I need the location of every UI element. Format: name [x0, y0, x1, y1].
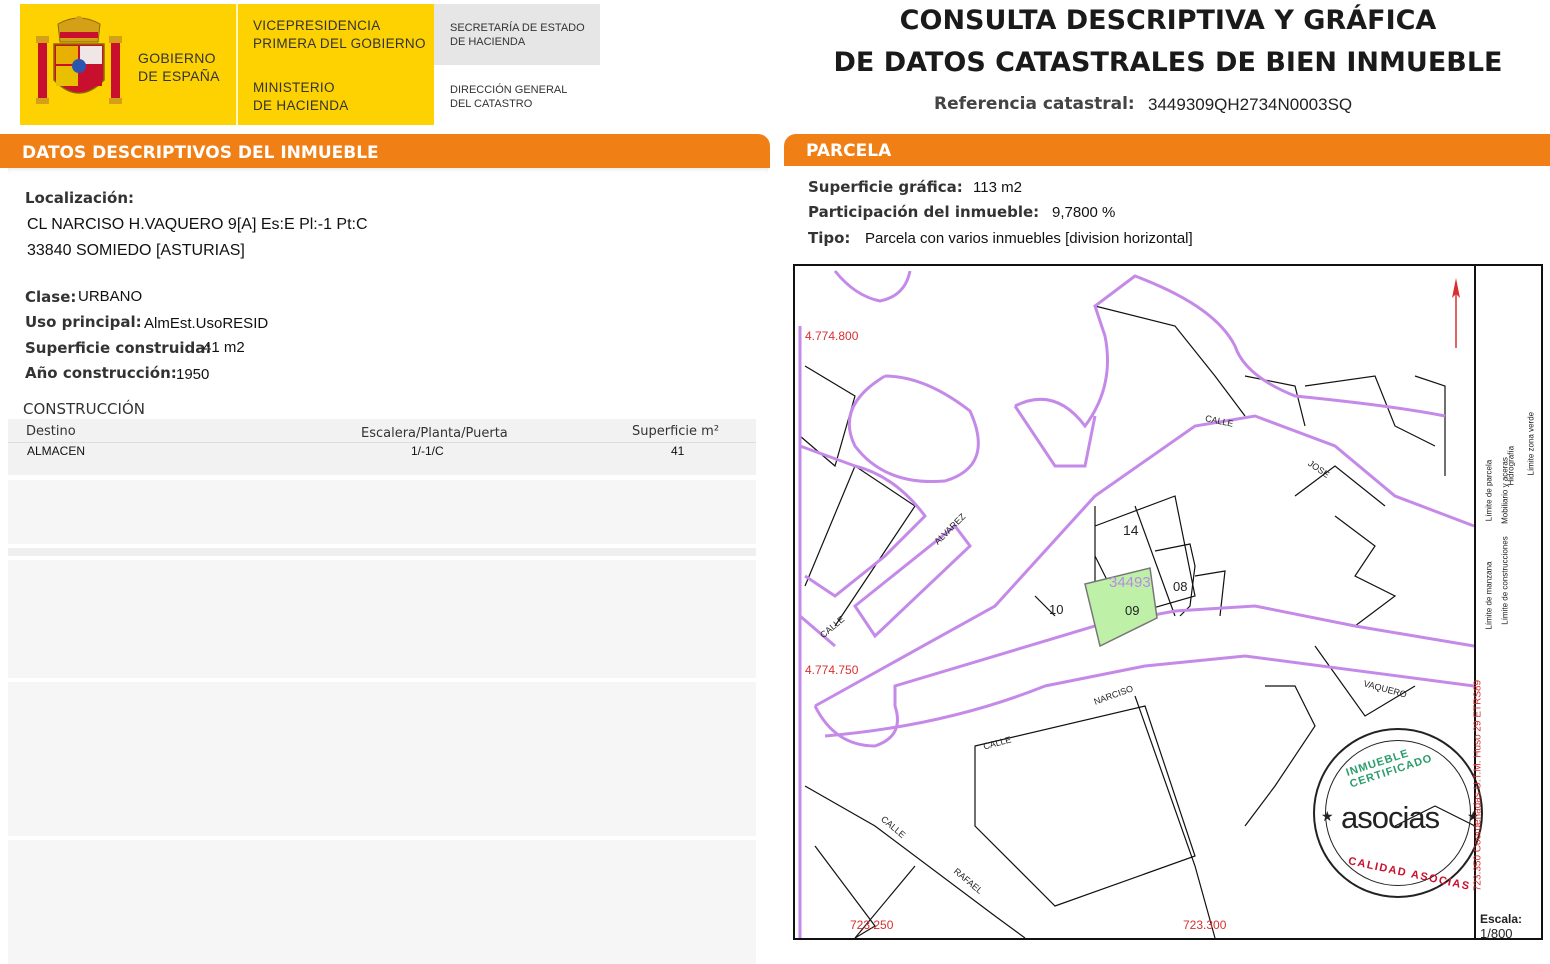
building-outline: [1294, 465, 1386, 507]
empty-row: [8, 548, 756, 556]
empty-row: [8, 480, 756, 544]
construccion-title: CONSTRUCCIÓN: [23, 400, 145, 418]
empty-row: [8, 682, 756, 836]
clase-label: Clase:: [25, 288, 77, 306]
header-separator: [236, 4, 238, 125]
building-outline: [1094, 305, 1246, 417]
scale-value: 1/800: [1480, 926, 1513, 940]
page-title-line1: CONSULTA DESCRIPTIVA Y GRÁFICA: [899, 5, 1437, 36]
building-outline: [1414, 375, 1446, 476]
clase-value: URBANO: [78, 288, 143, 305]
vicepresidencia-text: VICEPRESIDENCIA PRIMERA DEL GOBIERNO: [253, 18, 426, 51]
parcel-number-10: 10: [1049, 602, 1064, 617]
tipo-value: Parcela con varios inmuebles [division h…: [865, 230, 1193, 247]
table-row-superficie: 41: [671, 444, 685, 458]
building-outline: [1244, 685, 1316, 827]
stamp-brand: asocias: [1341, 800, 1440, 835]
parcel-number-14: 14: [1123, 522, 1139, 538]
descriptive-panel-header: DATOS DESCRIPTIVOS DEL INMUEBLE: [0, 134, 770, 168]
superficie-grafica-value: 113 m2: [973, 179, 1022, 196]
building-outline: [799, 365, 856, 468]
block-boundary: [833, 270, 912, 303]
parcel-ref-label: 34493: [1109, 574, 1151, 591]
coord-x1: 723.250: [850, 918, 894, 932]
block-boundary: [799, 444, 927, 598]
certification-stamp: INMUEBLE CERTIFICADO asocias ★ ★ CALIDAD…: [1313, 728, 1483, 898]
ref-catastral-label: Referencia catastral:: [934, 94, 1135, 114]
north-arrow-icon: [1452, 278, 1460, 348]
anio-construccion-value: 1950: [176, 366, 210, 383]
ref-catastral-value: 3449309QH2734N0003SQ: [1148, 95, 1353, 114]
block-boundary: [852, 523, 973, 639]
participacion-value: 9,7800 %: [1052, 204, 1116, 221]
coord-y2: 4.774.750: [805, 663, 859, 677]
table-divider: [8, 442, 756, 443]
block-boundary: [1014, 274, 1446, 429]
localizacion-line1: CL NARCISO H.VAQUERO 9[A] Es:E Pl:-1 Pt:…: [27, 216, 368, 233]
superficie-grafica-label: Superficie gráfica:: [808, 178, 963, 196]
block-boundary: [1013, 405, 1097, 468]
block-boundary: [847, 374, 980, 484]
building-outline: [1134, 695, 1216, 938]
table-row-escalera: 1/-1/C: [411, 444, 444, 458]
empty-row: [8, 560, 756, 678]
uso-principal-value: AlmEst.UsoRESID: [144, 315, 269, 332]
empty-row: [8, 840, 756, 964]
building-outline: [1334, 515, 1397, 627]
parcel-number-08: 08: [1173, 579, 1188, 594]
direccion-catastro-text: DIRECCIÓN GENERAL DEL CATASTRO: [450, 84, 568, 110]
table-header-escalera: Escalera/Planta/Puerta: [361, 426, 508, 441]
localizacion-label: Localización:: [25, 189, 135, 207]
table-header-destino: Destino: [26, 424, 76, 439]
parcel-number-09: 09: [1125, 603, 1140, 618]
table-header-superficie: Superficie m²: [632, 424, 720, 439]
star-icon: ★: [1321, 808, 1334, 824]
block-boundary: [824, 654, 1475, 738]
tipo-label: Tipo:: [808, 229, 851, 247]
building-outline: [804, 785, 1026, 938]
coord-x2: 723.300: [1183, 918, 1227, 932]
localizacion-line2: 33840 SOMIEDO [ASTURIAS]: [27, 242, 245, 259]
utm-note: 723.350 Coordenadas U.T.M. Huso 29 ETRS8…: [1472, 679, 1484, 892]
gobierno-text: GOBIERNO DE ESPAÑA: [138, 50, 220, 84]
map-legend: Hidrografía Límite zona verde Límite de …: [1452, 266, 1541, 940]
panel-header-shadow: [8, 168, 768, 176]
descriptive-panel-title: DATOS DESCRIPTIVOS DEL INMUEBLE: [22, 143, 379, 163]
uso-principal-label: Uso principal:: [25, 313, 142, 331]
page-title-line2: DE DATOS CATASTRALES DE BIEN INMUEBLE: [833, 47, 1503, 78]
superficie-construida-value: 41 m2: [203, 339, 245, 356]
cadastral-map[interactable]: 4.774.800 4.774.750 723.250 723.300 3449…: [793, 264, 1543, 940]
parcela-panel-header: PARCELA: [784, 134, 1550, 166]
secretaria-text: SECRETARÍA DE ESTADO DE HACIENDA: [450, 22, 585, 48]
participacion-label: Participación del inmueble:: [808, 203, 1040, 221]
block-boundary: [814, 414, 1475, 708]
superficie-construida-label: Superficie construida:: [25, 339, 212, 357]
anio-construccion-label: Año construcción:: [25, 364, 177, 382]
coat-of-arms-icon: [36, 16, 122, 104]
scale-label: Escala:: [1480, 912, 1523, 926]
ministerio-text: MINISTERIO DE HACIENDA: [253, 80, 349, 113]
legend-construcciones: Límite de construcciones: [1500, 536, 1510, 625]
legend-manzana: Límite de manzana: [1484, 561, 1494, 630]
building-outline: [1244, 375, 1306, 427]
parcela-panel-title: PARCELA: [806, 141, 892, 161]
table-row-destino: ALMACEN: [27, 444, 86, 458]
legend-zona-verde: Límite zona verde: [1526, 411, 1536, 476]
coord-y1: 4.774.800: [805, 329, 859, 343]
